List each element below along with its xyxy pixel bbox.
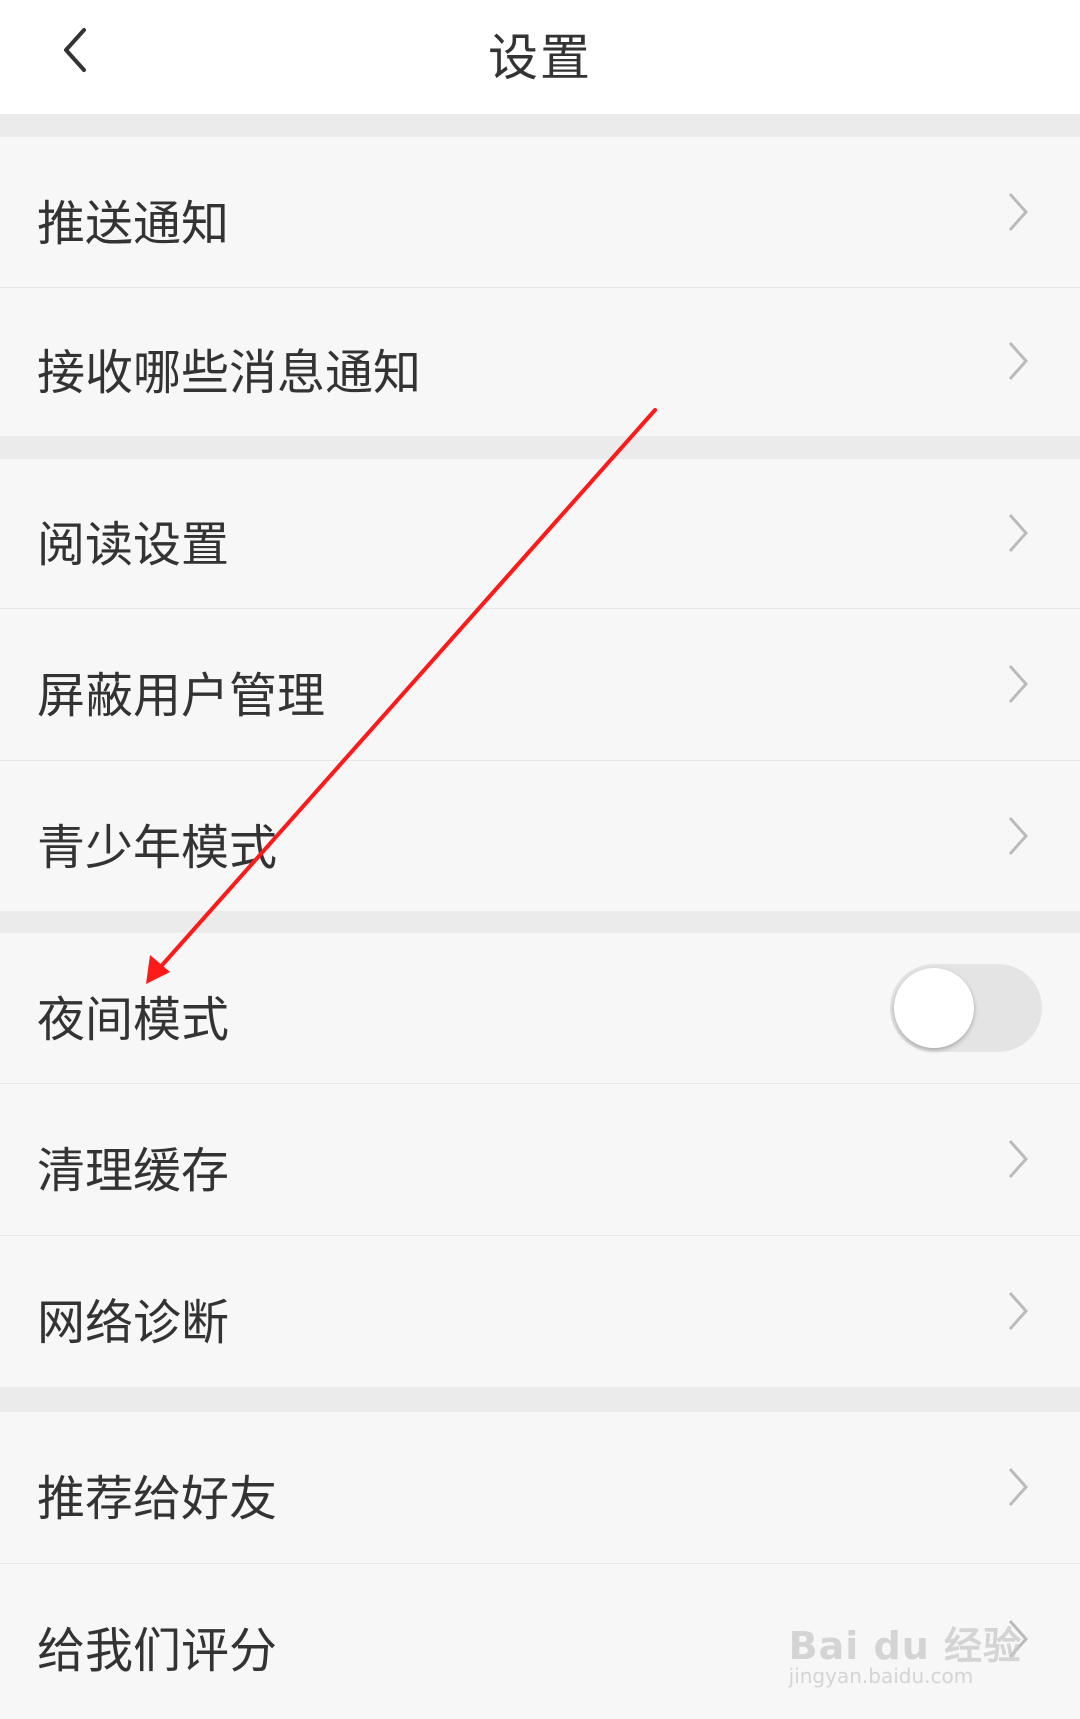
watermark-logo: Bai du 经验 [788, 1624, 1022, 1668]
baidu-jingyan-watermark: Bai du 经验 jingyan.baidu.com [789, 1615, 1022, 1688]
row-label: 青少年模式 [37, 820, 278, 876]
row-label: 屏蔽用户管理 [37, 668, 326, 724]
settings-row-blocked-users[interactable]: 屏蔽用户管理 [0, 609, 1080, 760]
chevron-right-icon [1008, 817, 1029, 855]
settings-row-reading[interactable]: 阅读设置 [0, 459, 1080, 608]
toggle-knob [894, 968, 974, 1048]
chevron-right-icon [1008, 514, 1029, 552]
row-label: 阅读设置 [37, 517, 230, 573]
settings-row-clear-cache[interactable]: 清理缓存 [0, 1084, 1080, 1235]
row-label: 接收哪些消息通知 [37, 345, 422, 401]
settings-row-night-mode: 夜间模式 [0, 933, 1080, 1083]
row-label: 给我们评分 [37, 1623, 278, 1679]
settings-row-push-notification[interactable]: 推送通知 [0, 137, 1080, 287]
row-label: 推送通知 [37, 196, 230, 252]
chevron-right-icon [1008, 342, 1029, 380]
chevron-right-icon [1008, 193, 1029, 231]
row-label: 推荐给好友 [37, 1471, 278, 1527]
row-label: 清理缓存 [37, 1143, 230, 1199]
chevron-right-icon [1008, 1140, 1029, 1178]
row-label: 夜间模式 [37, 992, 230, 1048]
chevron-right-icon [1008, 1468, 1029, 1506]
page-title: 设置 [488, 29, 592, 87]
chevron-right-icon [1008, 1292, 1029, 1330]
header-bar: 设置 [0, 0, 1080, 114]
settings-row-network-diagnosis[interactable]: 网络诊断 [0, 1236, 1080, 1387]
settings-row-message-notification[interactable]: 接收哪些消息通知 [0, 288, 1080, 436]
chevron-right-icon [1008, 665, 1029, 703]
night-mode-toggle[interactable] [890, 964, 1042, 1052]
settings-row-recommend-friends[interactable]: 推荐给好友 [0, 1412, 1080, 1563]
row-label: 网络诊断 [37, 1295, 230, 1351]
settings-row-teen-mode[interactable]: 青少年模式 [0, 761, 1080, 911]
